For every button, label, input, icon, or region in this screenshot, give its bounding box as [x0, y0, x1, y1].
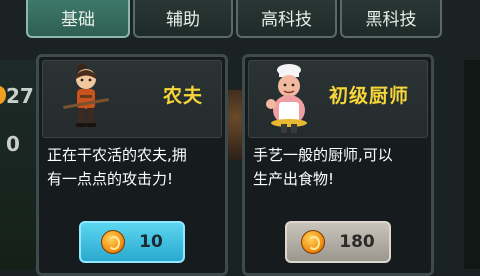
tab-basic[interactable]: 基础	[26, 0, 130, 38]
card-description-line-1: 手艺一般的厨师,可以	[253, 146, 393, 164]
buy-farmer-button[interactable]: 10	[79, 221, 185, 263]
background-panel-left: 27 0	[0, 60, 40, 269]
coin-icon	[301, 230, 326, 254]
card-header: 初级厨师	[248, 60, 428, 138]
card-description-line-1: 正在干农活的农夫,拥	[47, 146, 187, 164]
card-title: 初级厨师	[328, 85, 409, 107]
coin-icon	[101, 230, 126, 254]
chef-icon	[266, 64, 307, 133]
farmer-icon	[63, 64, 109, 127]
unit-card-farmer[interactable]: 农夫 正在干农活的农夫,拥 有一点点的攻击力! 10	[36, 54, 228, 276]
price-label: 180	[339, 232, 375, 252]
buy-junior-chef-button[interactable]: 180	[285, 221, 391, 263]
card-title: 农夫	[162, 85, 203, 107]
tab-assist[interactable]: 辅助	[133, 0, 233, 38]
card-description-line-2: 生产出食物!	[253, 170, 335, 188]
background-stat-2: 0	[6, 132, 20, 156]
tab-black-tech[interactable]: 黑科技	[340, 0, 442, 38]
price-label: 10	[139, 232, 163, 252]
background-stat-1: 27	[6, 84, 34, 108]
tab-high-tech[interactable]: 高科技	[236, 0, 337, 38]
category-tabs: 基础 辅助 高科技 黑科技	[0, 0, 480, 42]
card-header: 农夫	[42, 60, 222, 138]
card-description: 手艺一般的厨师,可以 生产出食物!	[253, 143, 423, 191]
unit-card-junior-chef[interactable]: 初级厨师 手艺一般的厨师,可以 生产出食物! 180	[242, 54, 434, 276]
card-description: 正在干农活的农夫,拥 有一点点的攻击力!	[47, 143, 217, 191]
card-description-line-2: 有一点点的攻击力!	[47, 170, 174, 188]
background-panel-right	[464, 60, 480, 269]
